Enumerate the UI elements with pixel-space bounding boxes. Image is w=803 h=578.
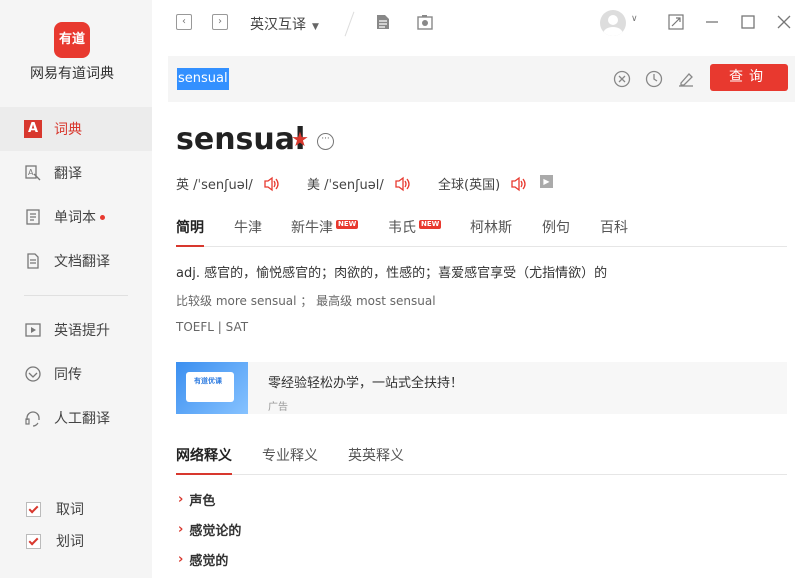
capture-word-label: 取词 (56, 502, 84, 518)
ad-label: 广告 (268, 402, 288, 413)
pronunciation-uk: 英 /ˈsenʃuəl/ (176, 174, 281, 193)
close-icon[interactable] (776, 14, 792, 30)
tab-examples[interactable]: 例句 (542, 217, 570, 237)
select-word-label: 划词 (56, 534, 84, 550)
favorite-star-icon[interactable]: ★ (291, 127, 309, 151)
notification-dot (100, 214, 105, 220)
text-file-icon[interactable] (374, 13, 392, 31)
checkbox[interactable] (26, 501, 41, 517)
video-icon (24, 321, 42, 339)
play-more-icon[interactable]: ▶ (540, 175, 553, 188)
sidebar-item-label: 文档翻译 (54, 254, 110, 270)
list-item[interactable]: › 声色 (178, 490, 215, 509)
forward-button[interactable]: › (212, 14, 228, 30)
chevron-down-icon[interactable]: ∨ (631, 14, 638, 24)
headset-icon (24, 409, 42, 427)
document-icon (24, 252, 42, 270)
top-bar: ‹ › 英汉互译 ▼ ∨ (152, 0, 803, 46)
sidebar: 有道 网易有道词典 A 词典 A 翻译 单词本 文档翻译 英语提升 同传 人工翻… (0, 0, 152, 578)
pronunciation-us: 美 /ˈsenʃuəl/ (307, 174, 412, 193)
sidebar-item-wordbook[interactable]: 单词本 (0, 195, 152, 239)
paraphrase-tabs: 网络释义 专业释义 英英释义 (176, 436, 787, 475)
interpret-icon (24, 365, 42, 383)
list-item[interactable]: › 感觉的 (178, 550, 228, 569)
app-logo: 有道 (54, 22, 90, 58)
mini-mode-icon[interactable] (668, 14, 684, 30)
tab-encyclopedia[interactable]: 百科 (600, 217, 628, 237)
history-icon[interactable] (645, 70, 663, 88)
speaker-icon[interactable] (263, 176, 281, 192)
sidebar-item-label: 词典 (54, 122, 82, 138)
exam-tags: TOEFL | SAT (176, 320, 249, 334)
sidebar-item-label: 同传 (54, 367, 82, 383)
new-badge: NEW (419, 220, 442, 229)
tab-oxford[interactable]: 牛津 (234, 217, 262, 237)
speaker-icon[interactable] (394, 176, 412, 192)
handwriting-icon[interactable] (677, 70, 695, 88)
translation-mode-select[interactable]: 英汉互译 ▼ (250, 14, 319, 34)
phonetic-us: 美 /ˈsenʃuəl/ (307, 178, 384, 193)
sidebar-item-human-translate[interactable]: 人工翻译 (0, 396, 152, 440)
pronunciation-global: 全球(英国) (438, 174, 528, 193)
svg-text:A: A (28, 168, 34, 177)
minimize-icon[interactable] (704, 14, 720, 30)
sidebar-item-translate[interactable]: A 翻译 (0, 151, 152, 195)
tab-web-definition[interactable]: 网络释义 (176, 445, 232, 475)
tab-english-definition[interactable]: 英英释义 (348, 445, 404, 465)
screenshot-translate-icon[interactable] (416, 13, 434, 31)
back-button[interactable]: ‹ (176, 14, 192, 30)
capture-word-toggle[interactable]: 取词 (0, 499, 152, 519)
checkbox[interactable] (26, 533, 41, 549)
phonetic-uk: 英 /ˈsenʃuəl/ (176, 178, 253, 193)
tab-webster[interactable]: 韦氏 NEW (388, 217, 442, 237)
sidebar-item-label: 人工翻译 (54, 411, 110, 427)
new-badge: NEW (336, 220, 359, 229)
translate-icon: A (24, 164, 42, 182)
maximize-icon[interactable] (740, 14, 756, 30)
chevron-right-icon: › (178, 552, 184, 567)
search-button[interactable]: 查询 (710, 64, 788, 91)
search-input[interactable] (177, 69, 577, 91)
dictionary-tabs: 简明 牛津 新牛津 NEW 韦氏 NEW 柯林斯 例句 百科 (176, 208, 787, 247)
speaker-icon[interactable] (510, 176, 528, 192)
tab-professional-definition[interactable]: 专业释义 (262, 445, 318, 465)
word-forms: 比较级 more sensual ； 最高级 most sensual (176, 294, 436, 308)
sidebar-item-label: 翻译 (54, 166, 82, 182)
search-bar: sensual 查询 (168, 56, 795, 102)
ad-banner[interactable]: 有道优课 零经验轻松办学，一站式全扶持！ 广告 (176, 362, 787, 414)
clear-icon[interactable] (613, 70, 631, 88)
ad-title: 零经验轻松办学，一站式全扶持！ (268, 376, 464, 391)
tab-new-oxford[interactable]: 新牛津 NEW (291, 217, 359, 237)
more-options-icon[interactable]: ··· (317, 133, 334, 150)
select-word-toggle[interactable]: 划词 (0, 531, 152, 551)
wordbook-icon (24, 208, 42, 226)
ad-image: 有道优课 (176, 362, 248, 414)
divider (344, 11, 355, 37)
definition-text: adj. 感官的，愉悦感官的；肉欲的，性感的；喜爱感官享受（尤指情欲）的 (176, 266, 608, 281)
phonetic-global: 全球(英国) (438, 178, 501, 193)
chevron-down-icon: ▼ (312, 22, 319, 32)
sidebar-item-label: 单词本 (54, 210, 96, 226)
chevron-right-icon: › (178, 492, 184, 507)
avatar[interactable] (600, 10, 626, 36)
tab-collins[interactable]: 柯林斯 (470, 217, 512, 237)
headword: sensual (176, 122, 306, 157)
app-name: 网易有道词典 (30, 66, 114, 82)
chevron-right-icon: › (178, 522, 184, 537)
search-selected-text: sensual (177, 68, 229, 90)
sidebar-item-english-improve[interactable]: 英语提升 (0, 308, 152, 352)
tab-concise[interactable]: 简明 (176, 217, 204, 247)
mode-label: 英汉互译 (250, 17, 306, 33)
sidebar-item-label: 英语提升 (54, 323, 110, 339)
list-item[interactable]: › 感觉论的 (178, 520, 241, 539)
sidebar-item-document-translate[interactable]: 文档翻译 (0, 239, 152, 283)
sidebar-item-simultaneous[interactable]: 同传 (0, 352, 152, 396)
sidebar-item-dictionary[interactable]: A 词典 (0, 107, 152, 151)
sidebar-divider (24, 295, 128, 296)
dictionary-icon: A (24, 120, 42, 138)
